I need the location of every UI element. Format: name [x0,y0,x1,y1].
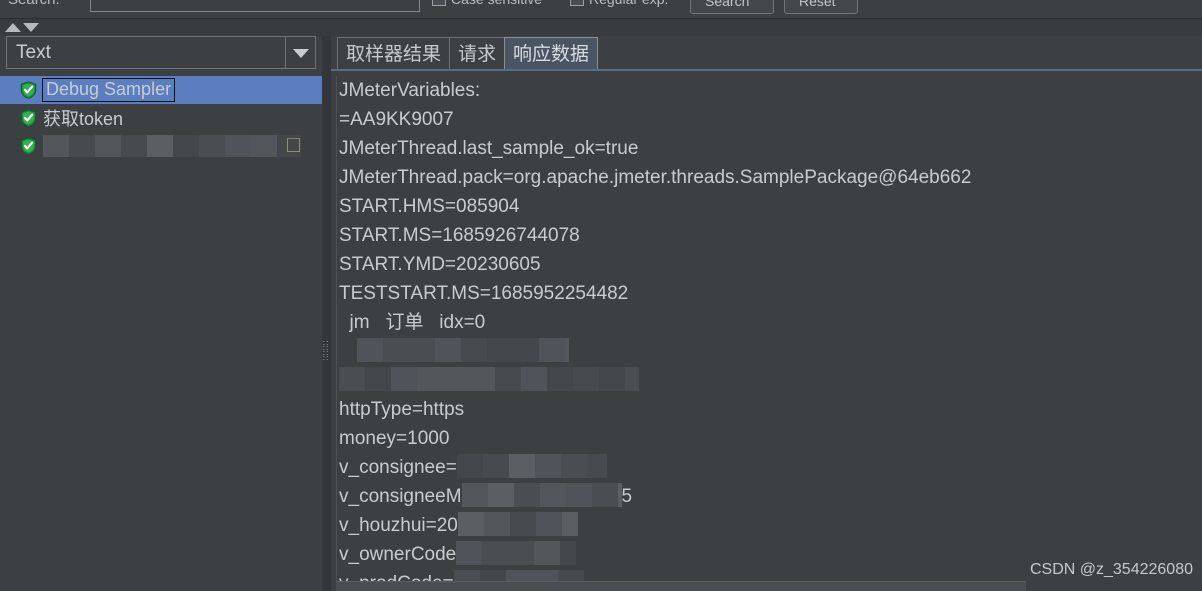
redacted-text [457,512,578,536]
search-button[interactable]: Search [690,0,774,14]
response-line-text: TESTSTART.MS=1685952254482 [339,283,629,304]
search-label: Search: [8,0,60,8]
reset-button[interactable]: Reset [784,0,858,14]
response-line-text: START.MS=1685926744078 [339,225,580,246]
response-line: v_consigneeM 5 [339,482,1202,511]
green-shield-check-icon [20,109,37,127]
sort-descending-icon[interactable] [23,23,39,32]
sort-strip: ^^^^^ [0,18,1202,50]
response-line-text: httpType=https [339,399,465,420]
case-sensitive-label: Case sensitive [451,0,542,7]
checkbox-icon [432,0,446,6]
response-line: START.HMS=085904 [339,192,1202,221]
response-line: JMeterVariables: [339,76,1202,105]
response-line-text: JMeterVariables: [339,80,481,101]
response-line: =AA9KK9007 [339,105,1202,134]
response-line-text: v_houzhui=20 [339,515,458,536]
horizontal-scrollbar[interactable] [336,581,1026,591]
tab-1[interactable]: 取样器结果 [337,37,451,70]
checkbox-icon [570,0,584,6]
regular-exp-label: Regular exp. [589,0,668,7]
result-tabs: 取样器结果 请求 响应数据 [331,36,1202,70]
tree-item-checkbox-icon[interactable] [287,138,300,152]
response-line-text: money=1000 [339,428,450,449]
response-line: v_houzhui=20 [339,511,1202,540]
search-input[interactable] [90,0,420,12]
regular-exp-checkbox[interactable]: Regular exp. [570,0,668,7]
tree-item-label: Debug Sampler [42,78,176,102]
tab-3[interactable]: 响应数据 [504,37,599,70]
response-line: money=1000 [339,424,1202,453]
response-line [339,337,1202,366]
chevron-down-icon [293,49,309,58]
response-text-body[interactable]: JMeterVariables: =AA9KK9007 JMeterThread.l… [336,76,1202,591]
left-panel: Text Debug Sampler 获取token [0,36,323,591]
response-line-text: START.HMS=085904 [339,196,520,217]
case-sensitive-checkbox[interactable]: Case sensitive [432,0,542,7]
response-line-tail: 5 [621,486,633,507]
redacted-text [456,454,607,478]
redacted-text [456,541,577,565]
dropdown-selected-value: Text [16,42,51,63]
sort-ascending-icon[interactable] [5,23,21,32]
green-shield-check-icon [20,81,37,99]
response-line: TESTSTART.MS=1685952254482 [339,279,1202,308]
vertical-splitter[interactable]: ∷ ∷ ∷ ∷ [322,36,331,591]
search-toolbar: Search: Case sensitive Regular exp. Sear… [0,0,1202,18]
right-panel: 取样器结果 请求 响应数据 JMeterVariables: =AA9KK9007 JM… [331,36,1202,591]
response-line: JMeterThread.pack=org.apache.jmeter.thre… [339,163,1202,192]
csdn-watermark: CSDN @z_354226080 [1029,561,1193,578]
tree-item[interactable]: Debug Sampler [0,76,322,104]
tree-item[interactable]: 获取token [0,104,322,132]
redacted-text [461,483,622,507]
redacted-text [43,135,301,157]
sort-arrows[interactable] [5,22,43,34]
dropdown-arrow-button[interactable] [285,37,315,68]
green-shield-check-icon [20,137,37,155]
tab-2[interactable]: 请求 [449,37,506,70]
vertical-splitter-grip[interactable]: ∷ ∷ ∷ ∷ [323,340,331,367]
response-line-text: jm 订单 idx=0 [339,312,486,333]
text-type-dropdown[interactable]: Text [6,36,316,69]
response-line-text: v_consignee= [339,457,457,478]
tree-item-label: 获取token [43,109,124,129]
response-line: START.MS=1685926744078 [339,221,1202,250]
response-line-text: JMeterThread.last_sample_ok=true [339,138,639,159]
response-line-text: START.YMD=20230605 [339,254,541,275]
response-line: JMeterThread.last_sample_ok=true [339,134,1202,163]
tree-item[interactable] [0,132,322,160]
response-data-panel[interactable]: JMeterVariables: =AA9KK9007 JMeterThread.l… [331,71,1202,591]
response-line: v_consignee= [339,453,1202,482]
response-line [339,366,1202,395]
redacted-text [339,367,639,391]
jmeter-window: Search: Case sensitive Regular exp. Sear… [0,0,1202,591]
response-line-text: v_consigneeM [339,486,462,507]
response-line: httpType=https [339,395,1202,424]
response-line-text: JMeterThread.pack=org.apache.jmeter.thre… [339,167,972,188]
response-line: jm 订单 idx=0 [339,308,1202,337]
response-line: START.YMD=20230605 [339,250,1202,279]
sampler-tree: Debug Sampler 获取token [0,76,322,591]
response-line-text: v_ownerCode [339,544,457,565]
response-line-text: =AA9KK9007 [339,109,454,130]
redacted-text [357,338,569,362]
